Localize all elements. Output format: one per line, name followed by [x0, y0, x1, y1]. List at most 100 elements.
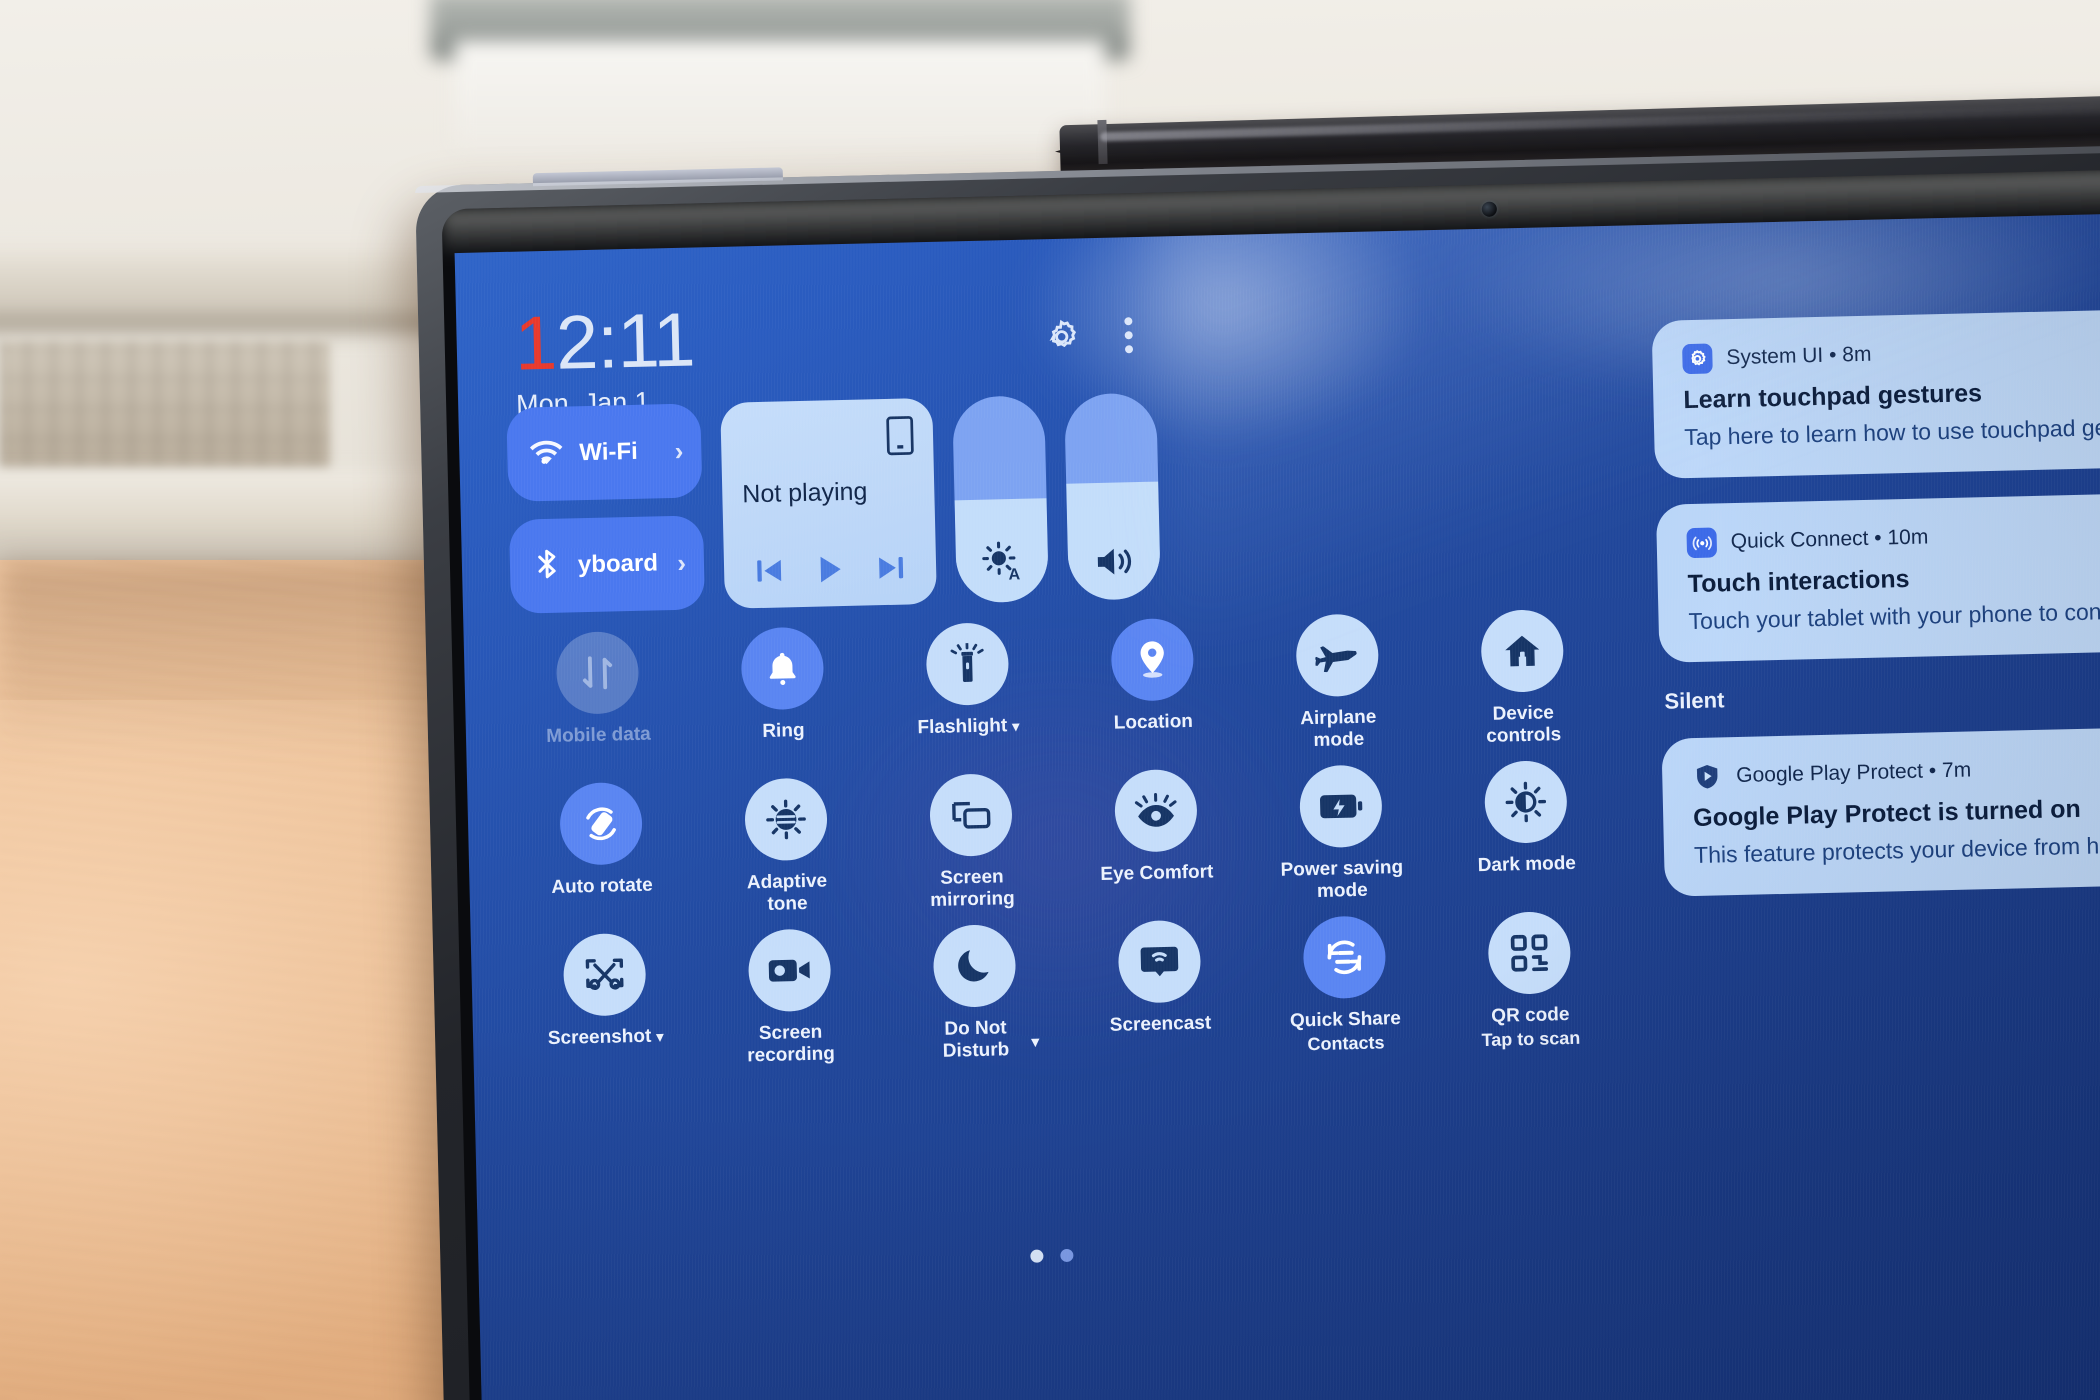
quick-toggle-auto-rotate[interactable]: Auto rotate: [507, 781, 695, 922]
screen-mirroring-icon[interactable]: [928, 773, 1013, 858]
mobile-data-icon[interactable]: [555, 630, 639, 715]
quick-toggle-quick-share[interactable]: Quick Share Contacts: [1250, 914, 1438, 1056]
wifi-tile[interactable]: Wi-Fi ›: [506, 403, 703, 502]
notification-header: Google Play Protect • 7m: [1692, 747, 2100, 792]
chevron-down-icon[interactable]: ▾: [1031, 1032, 1039, 1054]
quick-settings-header-actions: [1041, 315, 1134, 357]
chevron-down-icon[interactable]: ▾: [1012, 718, 1019, 734]
quick-toggle-screenshot[interactable]: Screenshot ▾: [511, 932, 699, 1074]
notification-title: Google Play Protect is turned on: [1692, 794, 2082, 833]
flashlight-icon[interactable]: [924, 622, 1009, 707]
gear-icon[interactable]: [1041, 316, 1082, 357]
quick-toggle-eye-comfort[interactable]: Eye Comfort: [1062, 768, 1250, 909]
notification-title: Touch interactions: [1687, 564, 1910, 599]
quick-share-icon[interactable]: [1301, 915, 1386, 1000]
media-player-tile[interactable]: Not playing: [720, 397, 937, 609]
bluetooth-tile[interactable]: yboard ( ›: [508, 515, 706, 614]
quick-toggle-label: Ring: [762, 719, 805, 742]
skip-next-icon[interactable]: [875, 555, 906, 587]
brightness-auto-icon: A: [980, 541, 1025, 587]
notification-app-name: System UI • 8m: [1726, 342, 1872, 370]
qr-code-icon[interactable]: [1486, 911, 1571, 995]
quick-toggle-label: Screen mirroring: [929, 866, 1015, 912]
quick-settings-panel: 12:11 Mon, Jan 1 Wi-Fi › yboard › Not pl…: [455, 225, 1673, 1400]
quick-toggle-label: Screenshot ▾: [547, 1025, 664, 1050]
bluetooth-icon: [532, 546, 563, 586]
quick-toggle-mobile-data[interactable]: Mobile data: [504, 630, 692, 771]
battery-saver-icon[interactable]: [1298, 764, 1383, 849]
notification-title: Learn touchpad gestures: [1683, 379, 1983, 415]
pager-dot[interactable]: [1030, 1249, 1044, 1263]
skip-previous-icon[interactable]: [754, 557, 785, 589]
brightness-slider[interactable]: A: [952, 395, 1049, 604]
quick-settings-pager[interactable]: [1030, 1248, 1074, 1263]
notification-card[interactable]: System UI • 8m Learn touchpad gestures Tap…: [1651, 304, 2100, 479]
screenshot-icon[interactable]: [562, 932, 647, 1017]
wifi-icon: [529, 437, 564, 471]
location-pin-icon[interactable]: [1109, 617, 1194, 702]
connectivity-column: Wi-Fi › yboard ( ›: [506, 403, 706, 614]
play-icon[interactable]: [817, 555, 844, 589]
volume-icon: [1093, 544, 1136, 584]
quick-toggles-grid: Mobile data Ring Flashlight ▾ Location Airpla…: [504, 608, 1624, 1074]
kebab-menu-icon[interactable]: [1123, 316, 1134, 354]
background-wire-basket: [0, 340, 330, 470]
screen-record-icon[interactable]: [747, 928, 832, 1013]
quick-toggle-adaptive-tone[interactable]: Adaptive tone: [692, 776, 880, 917]
quick-toggle-label: Airplane mode: [1300, 706, 1377, 751]
auto-rotate-icon[interactable]: [558, 781, 643, 866]
clock-time: 12:11: [514, 297, 696, 386]
pager-dot[interactable]: [1060, 1248, 1074, 1263]
dark-mode-icon[interactable]: [1483, 760, 1568, 844]
notification-body: Touch your tablet with your phone to con…: [1688, 595, 2100, 635]
quick-toggle-power-saving-mode[interactable]: Power saving mode: [1247, 763, 1435, 904]
quick-toggle-label: Device controls: [1486, 702, 1562, 747]
background-monitor-screen: [455, 40, 1105, 145]
chevron-right-icon[interactable]: ›: [677, 547, 686, 578]
quick-toggle-flashlight[interactable]: Flashlight ▾: [873, 621, 1061, 762]
svg-text:A: A: [1008, 565, 1020, 581]
quick-toggle-screen-mirroring[interactable]: Screen mirroring: [877, 772, 1065, 913]
tablet-device-icon[interactable]: [885, 414, 916, 462]
bell-icon[interactable]: [740, 626, 824, 711]
screencast-icon[interactable]: [1117, 919, 1201, 1004]
bluetooth-tile-label: yboard (: [577, 549, 662, 579]
quick-toggle-location[interactable]: Location: [1058, 617, 1246, 758]
quick-toggle-do-not-disturb[interactable]: Do Not Disturb ▾: [881, 923, 1069, 1065]
quick-toggle-ring[interactable]: Ring: [689, 625, 877, 766]
eye-icon[interactable]: [1113, 768, 1198, 853]
quick-toggle-sublabel: Tap to scan: [1481, 1027, 1581, 1051]
notification-app-name: Quick Connect • 10m: [1730, 525, 1929, 554]
quick-toggle-screen-recording[interactable]: Screen recording: [696, 927, 884, 1069]
media-title: Not playing: [742, 477, 868, 509]
notification-card[interactable]: Quick Connect • 10m Touch interactions Tou…: [1655, 488, 2100, 663]
chevron-down-icon[interactable]: ▾: [656, 1028, 663, 1044]
quick-toggle-label: Dark mode: [1477, 852, 1577, 877]
quick-toggle-label: Do Not Disturb ▾: [942, 1017, 1040, 1062]
home-icon[interactable]: [1479, 609, 1564, 694]
quick-connect-icon: [1686, 527, 1718, 559]
quick-toggle-label: Adaptive tone: [746, 870, 828, 915]
quick-toggle-label: Eye Comfort: [1100, 861, 1214, 886]
quick-toggle-screencast[interactable]: Screencast: [1066, 919, 1254, 1061]
notification-header: Quick Connect • 10m: [1686, 513, 2100, 559]
quick-toggle-airplane-mode[interactable]: Airplane mode: [1243, 612, 1431, 753]
quick-toggle-label: Screen recording: [747, 1021, 836, 1067]
clock-time-prefix: 1: [513, 300, 558, 387]
clock-time-rest: 2:11: [555, 297, 696, 386]
quick-toggle-label: Mobile data: [545, 723, 651, 748]
adaptive-tone-icon[interactable]: [743, 777, 828, 862]
moon-icon[interactable]: [932, 924, 1016, 1009]
notification-app-name: Google Play Protect • 7m: [1735, 758, 1972, 788]
quick-toggle-label: Screencast: [1109, 1012, 1212, 1036]
notification-card[interactable]: Google Play Protect • 7m Google Play Prot…: [1661, 722, 2100, 897]
tablet-bezel: 12:11 Mon, Jan 1 Wi-Fi › yboard › Not pl…: [441, 169, 2100, 1400]
chevron-right-icon[interactable]: ›: [674, 435, 683, 466]
quick-toggle-device-controls[interactable]: Device controls: [1428, 608, 1616, 749]
airplane-icon[interactable]: [1294, 613, 1379, 698]
photo-scene: 12:11 Mon, Jan 1 Wi-Fi › yboard › Not pl…: [0, 0, 2100, 1400]
quick-toggle-dark-mode[interactable]: Dark mode: [1432, 759, 1620, 900]
notification-body: Tap here to learn how to use touchpad ge…: [1683, 412, 2100, 451]
volume-slider[interactable]: [1064, 392, 1161, 601]
quick-toggle-qr-code[interactable]: QR code Tap to scan: [1435, 910, 1623, 1052]
